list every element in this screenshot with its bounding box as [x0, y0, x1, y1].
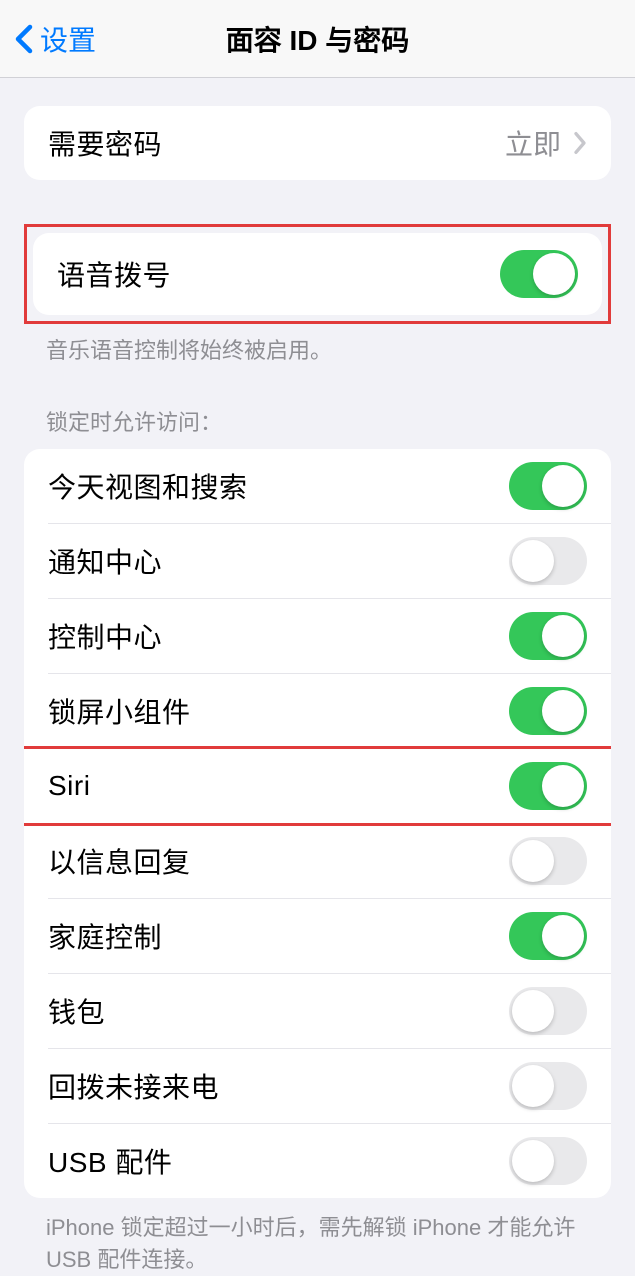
- toggle-knob: [533, 253, 575, 295]
- return-missed-calls-label: 回拨未接来电: [48, 1066, 219, 1106]
- require-passcode-row[interactable]: 需要密码 立即: [24, 106, 611, 180]
- toggle-knob: [512, 540, 554, 582]
- allow-access-group: 今天视图和搜索 通知中心 控制中心 锁屏小组件 Siri 以信息回复: [24, 449, 611, 1198]
- require-passcode-value: 立即: [505, 123, 561, 163]
- usb-accessories-label: USB 配件: [48, 1141, 172, 1181]
- reply-with-message-label: 以信息回复: [48, 841, 191, 881]
- toggle-knob: [512, 1065, 554, 1107]
- siri-row: Siri: [24, 749, 611, 823]
- return-missed-calls-toggle[interactable]: [509, 1062, 587, 1110]
- toggle-knob: [512, 990, 554, 1032]
- toggle-knob: [542, 765, 584, 807]
- wallet-label: 钱包: [48, 991, 105, 1031]
- usb-accessories-row: USB 配件: [24, 1124, 611, 1198]
- return-missed-calls-row: 回拨未接来电: [24, 1049, 611, 1123]
- voice-dial-label: 语音拨号: [57, 254, 171, 294]
- lock-screen-widgets-label: 锁屏小组件: [48, 691, 191, 731]
- voice-dial-toggle[interactable]: [500, 250, 578, 298]
- today-view-toggle[interactable]: [509, 462, 587, 510]
- lock-screen-widgets-row: 锁屏小组件: [24, 674, 611, 748]
- control-center-label: 控制中心: [48, 616, 162, 656]
- siri-toggle[interactable]: [509, 762, 587, 810]
- wallet-toggle[interactable]: [509, 987, 587, 1035]
- chevron-right-icon: [573, 131, 587, 155]
- require-passcode-label: 需要密码: [48, 123, 162, 163]
- reply-with-message-row: 以信息回复: [24, 824, 611, 898]
- home-control-row: 家庭控制: [24, 899, 611, 973]
- notification-center-row: 通知中心: [24, 524, 611, 598]
- voice-dial-footer: 音乐语音控制将始终被启用。: [24, 324, 611, 367]
- usb-footer: iPhone 锁定超过一小时后，需先解锁 iPhone 才能允许 USB 配件连…: [24, 1198, 611, 1276]
- notification-center-label: 通知中心: [48, 541, 162, 581]
- usb-accessories-toggle[interactable]: [509, 1137, 587, 1185]
- back-button[interactable]: 设置: [0, 19, 96, 59]
- lock-screen-widgets-toggle[interactable]: [509, 687, 587, 735]
- home-control-toggle[interactable]: [509, 912, 587, 960]
- control-center-row: 控制中心: [24, 599, 611, 673]
- voice-dial-group: 语音拨号: [33, 233, 602, 315]
- voice-dial-row: 语音拨号: [33, 233, 602, 315]
- chevron-left-icon: [14, 24, 34, 54]
- siri-label: Siri: [48, 770, 90, 802]
- reply-with-message-toggle[interactable]: [509, 837, 587, 885]
- toggle-knob: [512, 840, 554, 882]
- control-center-toggle[interactable]: [509, 612, 587, 660]
- toggle-knob: [542, 915, 584, 957]
- require-passcode-group: 需要密码 立即: [24, 106, 611, 180]
- voice-dial-highlight: 语音拨号: [24, 224, 611, 324]
- home-control-label: 家庭控制: [48, 916, 162, 956]
- toggle-knob: [542, 615, 584, 657]
- today-view-label: 今天视图和搜索: [48, 466, 248, 506]
- toggle-knob: [542, 690, 584, 732]
- allow-access-header: 锁定时允许访问：: [24, 367, 611, 449]
- wallet-row: 钱包: [24, 974, 611, 1048]
- toggle-knob: [512, 1140, 554, 1182]
- today-view-row: 今天视图和搜索: [24, 449, 611, 523]
- notification-center-toggle[interactable]: [509, 537, 587, 585]
- navigation-bar: 设置 面容 ID 与密码: [0, 0, 635, 78]
- back-label: 设置: [40, 19, 96, 59]
- page-title: 面容 ID 与密码: [226, 19, 410, 59]
- toggle-knob: [542, 465, 584, 507]
